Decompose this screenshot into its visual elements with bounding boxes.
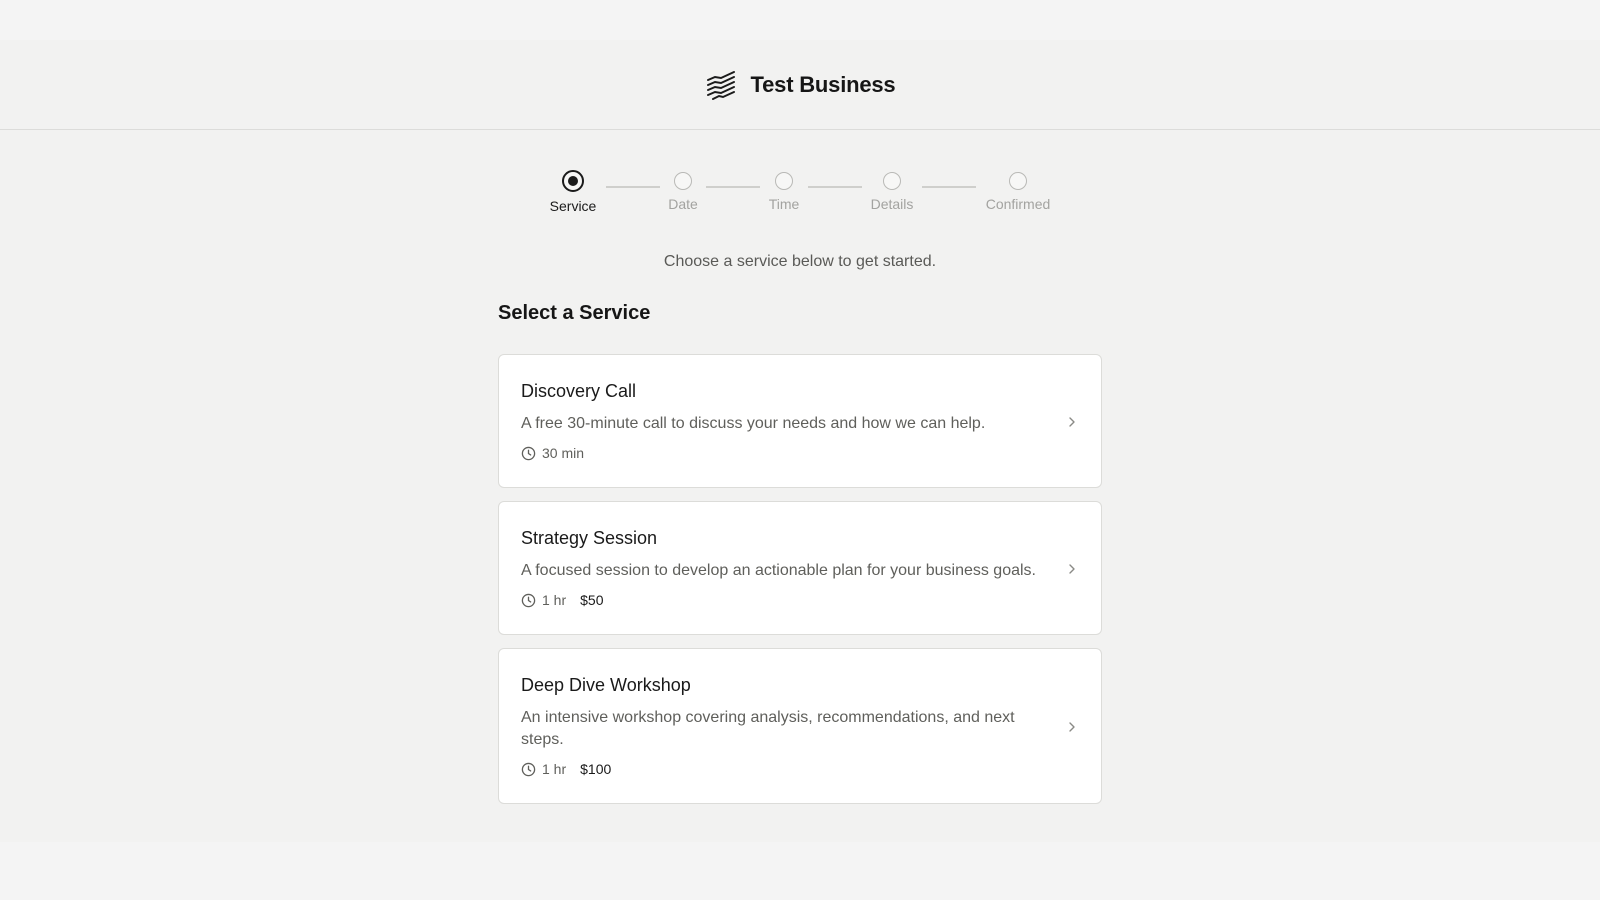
service-card-discovery-call[interactable]: Discovery Call A free 30-minute call to … [498, 354, 1102, 488]
step-confirmed: Confirmed [958, 172, 1078, 212]
step-label: Confirmed [985, 196, 1051, 212]
service-description: A free 30-minute call to discuss your ne… [521, 415, 986, 432]
business-name: Test Business [750, 71, 896, 97]
step-service: Service [513, 170, 633, 214]
service-meta: 1 hr $100 [521, 761, 611, 777]
step-indicator [775, 172, 793, 190]
clock-icon [521, 593, 536, 608]
clock-icon [521, 446, 536, 461]
step-time: Time [724, 172, 844, 212]
service-title: Discovery Call [521, 381, 637, 401]
step-label: Details [870, 196, 914, 212]
service-price: $50 [580, 592, 604, 608]
intro-text: Choose a service below to get started. [663, 253, 937, 270]
booking-page: Test Business Service Date Time Details … [0, 40, 1600, 842]
step-label: Service [549, 198, 597, 214]
step-details: Details [832, 172, 952, 212]
service-duration: 1 hr [542, 592, 567, 608]
service-title: Strategy Session [521, 528, 658, 548]
service-price: $100 [580, 761, 612, 777]
section-title: Select a Service [498, 302, 651, 324]
chevron-right-icon [1065, 562, 1079, 576]
chevron-right-icon [1065, 415, 1079, 429]
service-description: A focused session to develop an actionab… [521, 562, 1036, 579]
bottom-band [0, 842, 1600, 900]
service-meta: 1 hr $50 [521, 592, 603, 608]
service-meta: 30 min [521, 445, 584, 461]
progress-stepper: Service Date Time Details Confirmed [0, 170, 1600, 232]
waves-logo-icon [705, 69, 737, 101]
step-indicator [1009, 172, 1027, 190]
service-card-deep-dive-workshop[interactable]: Deep Dive Workshop An intensive workshop… [498, 648, 1102, 804]
step-active-indicator [562, 170, 584, 192]
service-card-strategy-session[interactable]: Strategy Session A focused session to de… [498, 501, 1102, 635]
service-title: Deep Dive Workshop [521, 675, 691, 695]
service-duration: 30 min [542, 445, 585, 461]
service-description: An intensive workshop covering analysis,… [521, 709, 1015, 748]
chevron-right-icon [1065, 720, 1079, 734]
service-duration: 1 hr [542, 761, 567, 777]
clock-icon [521, 762, 536, 777]
step-indicator [883, 172, 901, 190]
header: Test Business [0, 40, 1600, 130]
step-indicator [674, 172, 692, 190]
top-band [0, 0, 1600, 40]
step-label: Time [768, 196, 800, 212]
